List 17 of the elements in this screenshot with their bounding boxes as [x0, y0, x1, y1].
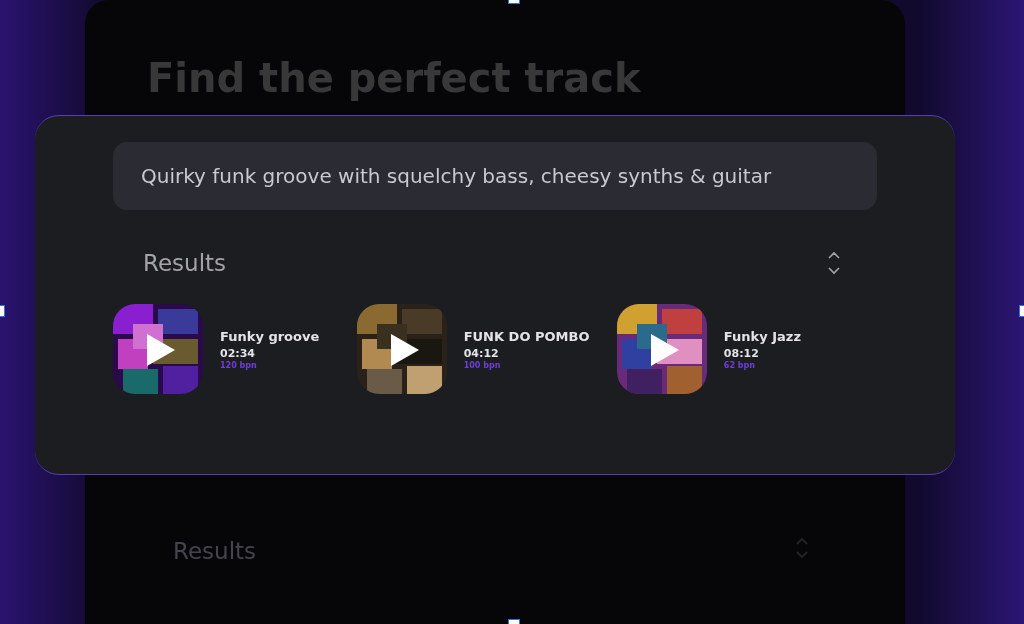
search-field[interactable]: Quirky funk groove with squelchy bass, cheesy synths & guitar [113, 142, 877, 210]
play-icon[interactable] [390, 334, 419, 366]
track-duration: 02:34 [220, 346, 256, 361]
track-duration: 04:12 [463, 346, 500, 361]
play-icon[interactable] [147, 334, 175, 366]
track-title[interactable]: Funky groove [220, 327, 320, 346]
track-tempo: 100 bpn [463, 360, 502, 371]
track-duration: 08:12 [723, 346, 760, 361]
track-tempo: 62 bpn [723, 360, 756, 371]
results-heading: Results [173, 537, 257, 566]
sort-icon[interactable] [827, 249, 841, 277]
track-tempo: 120 bpn [220, 360, 258, 371]
track-title[interactable]: FUNK DO POMBO [463, 327, 590, 346]
sort-icon [795, 536, 809, 560]
play-icon[interactable] [650, 334, 679, 366]
results-heading: Results [143, 249, 227, 278]
track-title[interactable]: Funky Jazz [723, 327, 801, 346]
